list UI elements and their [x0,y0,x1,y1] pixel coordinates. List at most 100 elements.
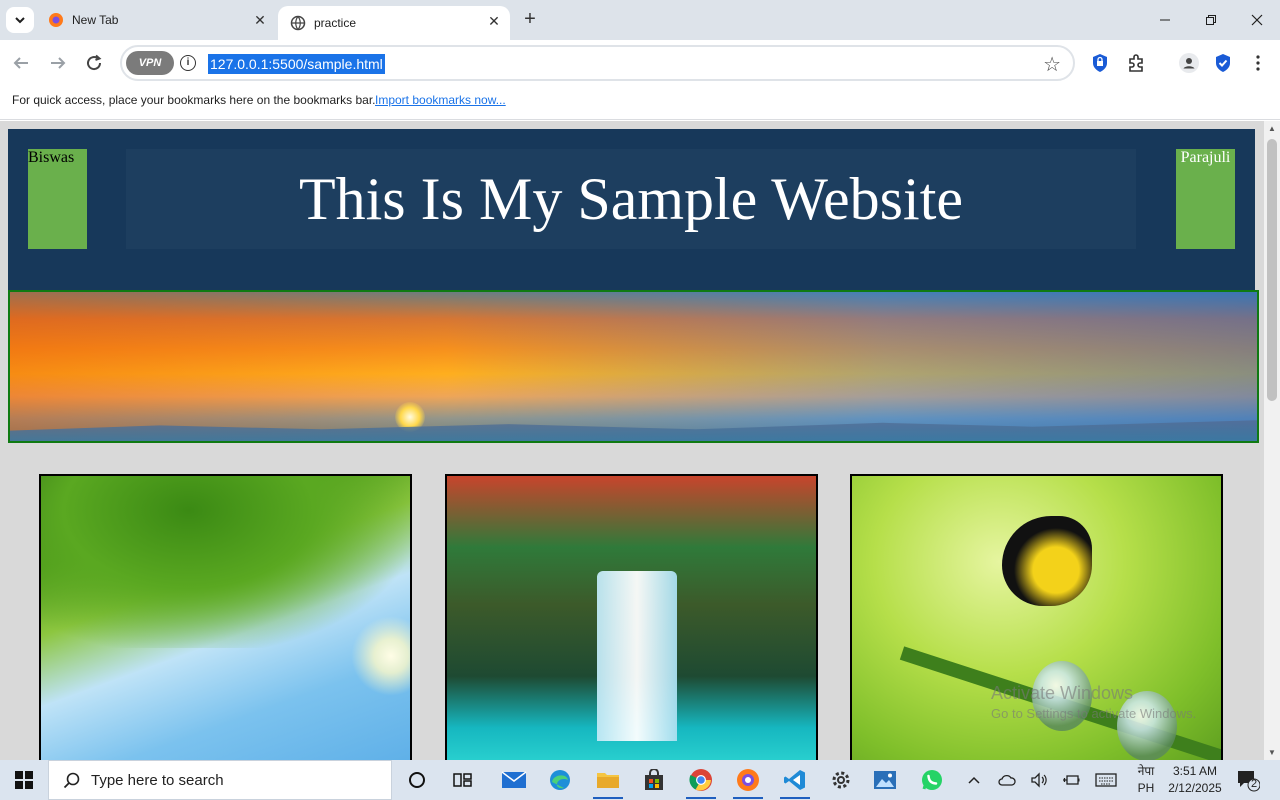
minimize-icon [1160,19,1170,21]
input-language-indicator[interactable]: नेपा PH [1134,763,1158,797]
scroll-down-arrow-icon[interactable]: ▼ [1267,748,1277,757]
scroll-up-arrow-icon[interactable]: ▲ [1267,124,1277,133]
restore-icon [1206,15,1216,25]
tree-canopy-photo [39,474,412,760]
close-window-button[interactable] [1234,0,1280,40]
keyboard-icon [1095,773,1117,787]
mail-icon [501,771,527,788]
brave-icon [737,769,759,791]
extensions-icon[interactable] [1125,52,1147,74]
forward-button[interactable] [44,49,72,77]
tab-new-tab[interactable]: New Tab ✕ [36,0,276,40]
close-icon [1251,14,1263,26]
bookmarks-message: For quick access, place your bookmarks h… [12,93,376,107]
file-explorer-button[interactable] [585,760,631,800]
reload-icon [87,54,102,71]
right-name-label: Parajuli [1180,149,1231,166]
page-scrollbar[interactable]: ▲ ▼ [1264,121,1280,760]
folder-icon [597,773,619,788]
vscode-app-button[interactable] [772,760,818,800]
edge-app-button[interactable] [537,760,583,800]
menu-kebab-icon[interactable] [1247,52,1269,74]
bookmarks-bar: For quick access, place your bookmarks h… [0,86,1280,120]
left-name-box: Biswas [28,149,87,249]
import-bookmarks-link[interactable]: Import bookmarks now... [375,93,506,107]
banner-sky [10,292,1257,441]
action-center-button[interactable]: 2 [1236,768,1261,792]
sunset-banner-image [8,290,1259,443]
page-title: This Is My Sample Website [298,165,963,232]
address-bar[interactable]: VPN i 127.0.0.1:5500/sample.html ☆ [120,45,1075,81]
battery-tray-button[interactable] [1058,760,1084,800]
arrow-left-icon [13,57,28,69]
page-viewport[interactable]: Biswas This Is My Sample Website Parajul… [0,121,1264,760]
globe-icon [290,15,306,31]
gear-icon [832,771,850,789]
photos-icon [874,771,896,789]
foliage [41,476,410,648]
reload-button[interactable] [80,49,108,77]
vpn-button[interactable]: VPN [126,51,174,75]
photos-app-button[interactable] [862,760,908,800]
site-header: Biswas This Is My Sample Website Parajul… [8,129,1255,290]
brave-app-button[interactable] [725,760,771,800]
taskbar-search-box[interactable]: Type here to search [48,760,392,800]
tab-title: practice [314,16,357,30]
cortana-circle-icon [409,772,425,788]
volume-tray-button[interactable] [1026,760,1052,800]
tab-practice[interactable]: practice ✕ [278,6,510,40]
arrow-right-icon [51,57,66,69]
windows-logo-icon [15,771,33,789]
tab-search-button[interactable] [6,7,34,33]
edge-icon [550,770,570,790]
browser-toolbar: VPN i 127.0.0.1:5500/sample.html ☆ [0,40,1280,86]
watermark-title: Activate Windows [991,683,1134,703]
chrome-icon [689,769,712,791]
tab-strip: New Tab ✕ practice ✕ + [0,0,1280,40]
clock-date: 2/12/2025 [1168,781,1222,795]
minimize-button[interactable] [1142,0,1188,40]
tab-title: New Tab [72,13,119,27]
restore-button[interactable] [1188,0,1234,40]
search-icon [63,772,80,789]
battery-plug-icon [1063,775,1080,785]
notification-count: 2 [1250,778,1258,790]
vpn-shield-icon[interactable] [1212,52,1234,74]
show-hidden-icons-button[interactable] [962,760,986,800]
new-tab-button[interactable]: + [519,9,541,31]
keyboard-tray-button[interactable] [1092,760,1120,800]
bookmark-star-icon[interactable]: ☆ [1043,52,1061,77]
left-name-label: Biswas [28,149,75,166]
store-app-button[interactable] [631,760,677,800]
task-view-button[interactable] [440,760,486,800]
onedrive-tray-button[interactable] [994,760,1020,800]
waterfall-photo [445,474,818,760]
search-placeholder: Type here to search [91,771,224,789]
mail-app-button[interactable] [491,760,537,800]
whatsapp-app-button[interactable] [909,760,955,800]
windows-taskbar: Type here to search नेपा PH 3:51 AM 2/12… [0,760,1280,800]
brave-shields-icon[interactable] [1089,52,1111,74]
whatsapp-icon [922,770,942,790]
activate-windows-watermark: Activate Windows Go to Settings to activ… [991,683,1196,721]
cloud-icon [998,774,1016,786]
back-button[interactable] [7,49,35,77]
brave-icon [48,12,64,28]
close-tab-icon[interactable]: ✕ [486,13,502,29]
speaker-icon [1031,772,1047,788]
taskbar-clock[interactable]: 3:51 AM 2/12/2025 [1160,763,1230,797]
scroll-thumb[interactable] [1267,139,1277,401]
site-info-icon[interactable]: i [180,55,196,71]
url-text[interactable]: 127.0.0.1:5500/sample.html [208,54,385,74]
right-name-box: Parajuli [1176,149,1235,249]
settings-app-button[interactable] [818,760,864,800]
vscode-icon [784,770,805,790]
close-tab-icon[interactable]: ✕ [252,12,268,28]
store-bag-icon [645,769,663,790]
chrome-app-button[interactable] [678,760,724,800]
chevron-down-icon [15,17,25,24]
waterfall-stream [597,571,677,741]
start-button[interactable] [0,760,48,800]
cortana-button[interactable] [394,760,440,800]
profile-avatar-icon[interactable] [1178,52,1200,74]
